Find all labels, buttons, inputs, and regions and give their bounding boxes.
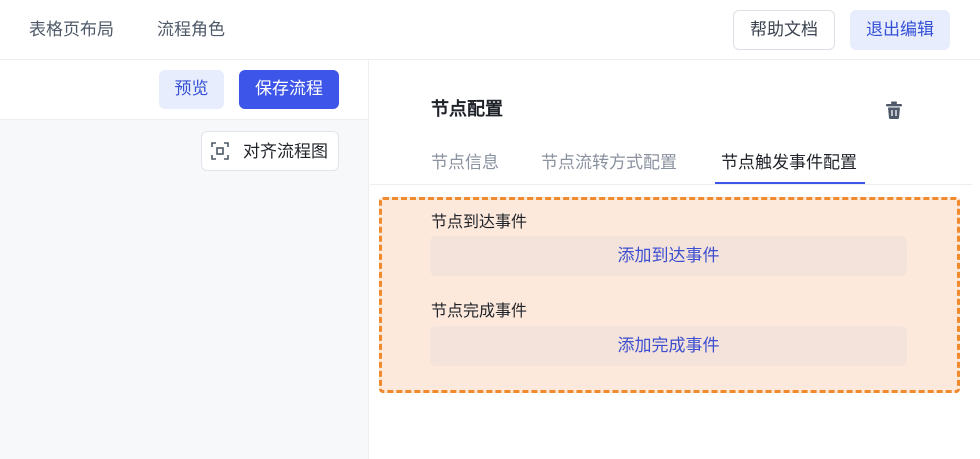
add-complete-event-button[interactable]: 添加完成事件 — [430, 326, 907, 366]
tab-node-info[interactable]: 节点信息 — [431, 152, 499, 174]
tabs-divider — [370, 184, 972, 185]
tab-flow-roles[interactable]: 流程角色 — [157, 19, 225, 41]
tab-node-transition[interactable]: 节点流转方式配置 — [541, 152, 677, 174]
flow-editor-panel: 预览 保存流程 对齐流程图 — [0, 60, 369, 459]
trash-icon[interactable] — [884, 100, 904, 120]
flow-canvas[interactable]: 对齐流程图 — [0, 120, 368, 459]
flow-toolbar: 预览 保存流程 — [0, 60, 368, 120]
align-center-icon — [211, 142, 229, 160]
align-flow-button[interactable]: 对齐流程图 — [201, 131, 339, 171]
tab-node-events[interactable]: 节点触发事件配置 — [721, 152, 857, 174]
panel-title: 节点配置 — [431, 99, 503, 120]
top-bar: 表格页布局 流程角色 帮助文档 退出编辑 — [0, 0, 980, 60]
node-config-panel: 节点配置 节点信息 节点流转方式配置 节点触发事件配置 节点到达事件 添加到达事… — [370, 60, 980, 459]
event-config-section: 节点到达事件 添加到达事件 节点完成事件 添加完成事件 — [379, 197, 960, 393]
tab-table-layout[interactable]: 表格页布局 — [29, 19, 114, 41]
help-docs-button[interactable]: 帮助文档 — [733, 10, 835, 50]
save-flow-button[interactable]: 保存流程 — [239, 70, 339, 109]
complete-event-label: 节点完成事件 — [431, 301, 528, 320]
arrive-event-label: 节点到达事件 — [431, 212, 528, 231]
exit-edit-button[interactable]: 退出编辑 — [850, 10, 950, 50]
preview-button[interactable]: 预览 — [159, 70, 224, 109]
add-arrive-event-button[interactable]: 添加到达事件 — [430, 236, 907, 276]
align-flow-label: 对齐流程图 — [243, 142, 328, 162]
